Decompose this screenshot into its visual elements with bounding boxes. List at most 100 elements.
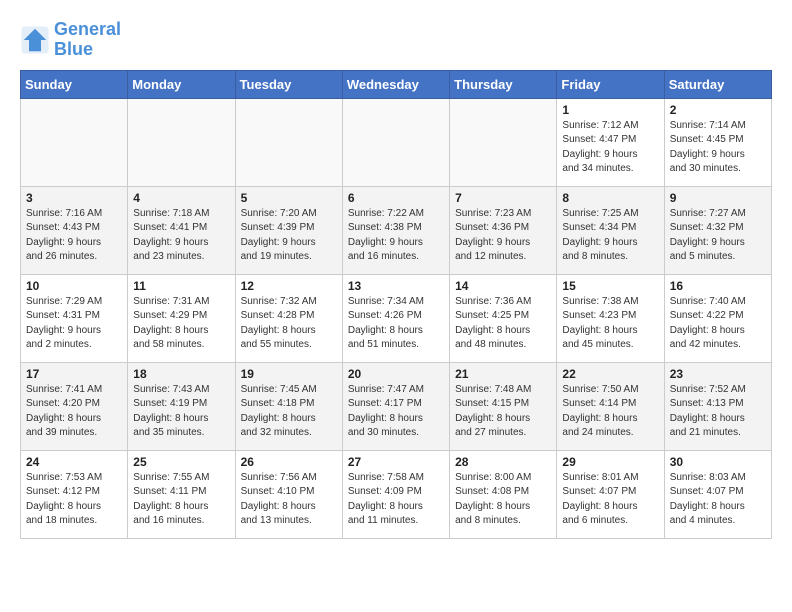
calendar-cell: 11 Sunrise: 7:31 AM Sunset: 4:29 PM Dayli… <box>128 274 235 362</box>
calendar-cell: 19 Sunrise: 7:45 AM Sunset: 4:18 PM Dayli… <box>235 362 342 450</box>
weekday-header-wednesday: Wednesday <box>342 70 449 98</box>
day-number: 25 <box>133 455 229 469</box>
calendar-cell: 4 Sunrise: 7:18 AM Sunset: 4:41 PM Daylig… <box>128 186 235 274</box>
day-info: Sunrise: 7:40 AM Sunset: 4:22 PM Dayligh… <box>670 295 766 353</box>
day-info: Sunrise: 7:29 AM Sunset: 4:31 PM Dayligh… <box>26 295 122 353</box>
day-info: Sunrise: 8:03 AM Sunset: 4:07 PM Dayligh… <box>670 471 766 529</box>
day-info: Sunrise: 7:20 AM Sunset: 4:39 PM Dayligh… <box>241 207 337 265</box>
calendar-cell: 23 Sunrise: 7:52 AM Sunset: 4:13 PM Dayli… <box>664 362 771 450</box>
day-info: Sunrise: 8:01 AM Sunset: 4:07 PM Dayligh… <box>562 471 658 529</box>
day-number: 18 <box>133 367 229 381</box>
day-number: 12 <box>241 279 337 293</box>
calendar-cell: 3 Sunrise: 7:16 AM Sunset: 4:43 PM Daylig… <box>21 186 128 274</box>
calendar-cell: 25 Sunrise: 7:55 AM Sunset: 4:11 PM Dayli… <box>128 450 235 538</box>
calendar-cell: 30 Sunrise: 8:03 AM Sunset: 4:07 PM Dayli… <box>664 450 771 538</box>
day-number: 19 <box>241 367 337 381</box>
day-info: Sunrise: 7:50 AM Sunset: 4:14 PM Dayligh… <box>562 383 658 441</box>
day-number: 24 <box>26 455 122 469</box>
day-number: 13 <box>348 279 444 293</box>
day-number: 23 <box>670 367 766 381</box>
day-number: 28 <box>455 455 551 469</box>
weekday-header-sunday: Sunday <box>21 70 128 98</box>
day-number: 3 <box>26 191 122 205</box>
day-number: 7 <box>455 191 551 205</box>
calendar-cell: 8 Sunrise: 7:25 AM Sunset: 4:34 PM Daylig… <box>557 186 664 274</box>
day-number: 17 <box>26 367 122 381</box>
calendar-cell: 7 Sunrise: 7:23 AM Sunset: 4:36 PM Daylig… <box>450 186 557 274</box>
day-info: Sunrise: 7:58 AM Sunset: 4:09 PM Dayligh… <box>348 471 444 529</box>
calendar-cell: 14Sunrise: 7:36 AM Sunset: 4:25 PM Dayli… <box>450 274 557 362</box>
weekday-header-saturday: Saturday <box>664 70 771 98</box>
day-number: 30 <box>670 455 766 469</box>
day-number: 16 <box>670 279 766 293</box>
calendar-cell: 5 Sunrise: 7:20 AM Sunset: 4:39 PM Daylig… <box>235 186 342 274</box>
calendar-cell: 10 Sunrise: 7:29 AM Sunset: 4:31 PM Dayli… <box>21 274 128 362</box>
day-number: 20 <box>348 367 444 381</box>
day-info: Sunrise: 7:38 AM Sunset: 4:23 PM Dayligh… <box>562 295 658 353</box>
calendar-cell: 9 Sunrise: 7:27 AM Sunset: 4:32 PM Daylig… <box>664 186 771 274</box>
day-info: Sunrise: 7:12 AM Sunset: 4:47 PM Dayligh… <box>562 119 658 177</box>
calendar-cell: 26Sunrise: 7:56 AM Sunset: 4:10 PM Dayli… <box>235 450 342 538</box>
weekday-header-thursday: Thursday <box>450 70 557 98</box>
day-number: 1 <box>562 103 658 117</box>
day-number: 5 <box>241 191 337 205</box>
calendar-cell <box>235 98 342 186</box>
day-number: 10 <box>26 279 122 293</box>
calendar-week-5: 24 Sunrise: 7:53 AM Sunset: 4:12 PM Dayli… <box>21 450 772 538</box>
day-info: Sunrise: 7:32 AM Sunset: 4:28 PM Dayligh… <box>241 295 337 353</box>
day-info: Sunrise: 7:34 AM Sunset: 4:26 PM Dayligh… <box>348 295 444 353</box>
day-info: Sunrise: 7:43 AM Sunset: 4:19 PM Dayligh… <box>133 383 229 441</box>
calendar-week-2: 3 Sunrise: 7:16 AM Sunset: 4:43 PM Daylig… <box>21 186 772 274</box>
calendar-cell <box>450 98 557 186</box>
day-number: 29 <box>562 455 658 469</box>
calendar-cell: 18 Sunrise: 7:43 AM Sunset: 4:19 PM Dayli… <box>128 362 235 450</box>
calendar-cell <box>21 98 128 186</box>
calendar-cell: 17 Sunrise: 7:41 AM Sunset: 4:20 PM Dayli… <box>21 362 128 450</box>
day-info: Sunrise: 7:45 AM Sunset: 4:18 PM Dayligh… <box>241 383 337 441</box>
calendar-cell: 27Sunrise: 7:58 AM Sunset: 4:09 PM Dayli… <box>342 450 449 538</box>
day-number: 8 <box>562 191 658 205</box>
day-number: 22 <box>562 367 658 381</box>
day-info: Sunrise: 7:18 AM Sunset: 4:41 PM Dayligh… <box>133 207 229 265</box>
calendar-week-4: 17 Sunrise: 7:41 AM Sunset: 4:20 PM Dayli… <box>21 362 772 450</box>
calendar-cell: 16 Sunrise: 7:40 AM Sunset: 4:22 PM Dayli… <box>664 274 771 362</box>
day-info: Sunrise: 7:52 AM Sunset: 4:13 PM Dayligh… <box>670 383 766 441</box>
day-number: 2 <box>670 103 766 117</box>
day-info: Sunrise: 7:41 AM Sunset: 4:20 PM Dayligh… <box>26 383 122 441</box>
day-info: Sunrise: 7:27 AM Sunset: 4:32 PM Dayligh… <box>670 207 766 265</box>
calendar-cell: 22 Sunrise: 7:50 AM Sunset: 4:14 PM Dayli… <box>557 362 664 450</box>
day-info: Sunrise: 7:22 AM Sunset: 4:38 PM Dayligh… <box>348 207 444 265</box>
calendar-week-1: 1 Sunrise: 7:12 AM Sunset: 4:47 PM Daylig… <box>21 98 772 186</box>
calendar-cell: 15 Sunrise: 7:38 AM Sunset: 4:23 PM Dayli… <box>557 274 664 362</box>
day-info: Sunrise: 7:31 AM Sunset: 4:29 PM Dayligh… <box>133 295 229 353</box>
day-info: Sunrise: 7:25 AM Sunset: 4:34 PM Dayligh… <box>562 207 658 265</box>
day-number: 26 <box>241 455 337 469</box>
logo: General Blue <box>20 20 121 60</box>
logo-text: General Blue <box>54 20 121 60</box>
day-info: Sunrise: 7:16 AM Sunset: 4:43 PM Dayligh… <box>26 207 122 265</box>
weekday-header-friday: Friday <box>557 70 664 98</box>
calendar-cell: 1 Sunrise: 7:12 AM Sunset: 4:47 PM Daylig… <box>557 98 664 186</box>
page-header: General Blue <box>20 20 772 60</box>
weekday-header-monday: Monday <box>128 70 235 98</box>
day-info: Sunrise: 7:47 AM Sunset: 4:17 PM Dayligh… <box>348 383 444 441</box>
calendar-cell: 28 Sunrise: 8:00 AM Sunset: 4:08 PM Dayli… <box>450 450 557 538</box>
day-info: Sunrise: 7:48 AM Sunset: 4:15 PM Dayligh… <box>455 383 551 441</box>
calendar-table: SundayMondayTuesdayWednesdayThursdayFrid… <box>20 70 772 539</box>
calendar-cell: 12 Sunrise: 7:32 AM Sunset: 4:28 PM Dayli… <box>235 274 342 362</box>
day-number: 11 <box>133 279 229 293</box>
calendar-cell: 29 Sunrise: 8:01 AM Sunset: 4:07 PM Dayli… <box>557 450 664 538</box>
weekday-header-row: SundayMondayTuesdayWednesdayThursdayFrid… <box>21 70 772 98</box>
day-info: Sunrise: 8:00 AM Sunset: 4:08 PM Dayligh… <box>455 471 551 529</box>
day-info: Sunrise: 7:53 AM Sunset: 4:12 PM Dayligh… <box>26 471 122 529</box>
weekday-header-tuesday: Tuesday <box>235 70 342 98</box>
day-number: 4 <box>133 191 229 205</box>
day-info: Sunrise: 7:23 AM Sunset: 4:36 PM Dayligh… <box>455 207 551 265</box>
day-number: 15 <box>562 279 658 293</box>
day-number: 14 <box>455 279 551 293</box>
calendar-cell: 20 Sunrise: 7:47 AM Sunset: 4:17 PM Dayli… <box>342 362 449 450</box>
calendar-cell: 2Sunrise: 7:14 AM Sunset: 4:45 PM Daylig… <box>664 98 771 186</box>
day-info: Sunrise: 7:55 AM Sunset: 4:11 PM Dayligh… <box>133 471 229 529</box>
day-number: 9 <box>670 191 766 205</box>
calendar-cell: 24 Sunrise: 7:53 AM Sunset: 4:12 PM Dayli… <box>21 450 128 538</box>
